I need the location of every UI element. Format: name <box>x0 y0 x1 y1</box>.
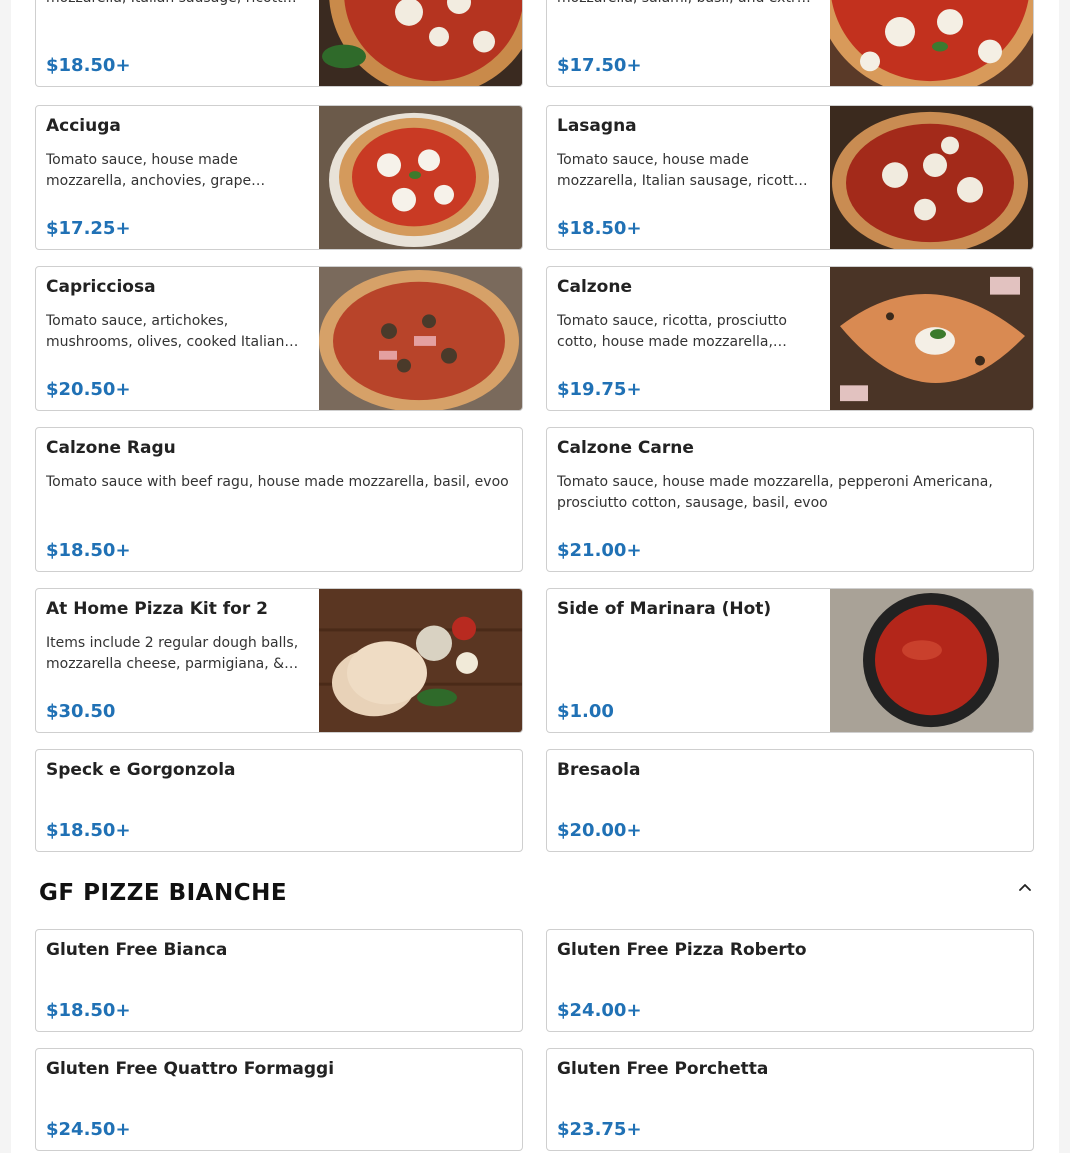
item-name: Acciuga <box>46 116 121 136</box>
item-description: Tomato sauce with beef ragu, house made … <box>46 474 509 490</box>
pizza-kit-photo <box>319 589 522 732</box>
menu-item-card-lasagna[interactable]: Lasagna Tomato sauce, house made mozzare… <box>546 105 1034 250</box>
item-name: Speck e Gorgonzola <box>46 760 236 780</box>
item-price: $17.25+ <box>46 218 131 239</box>
item-name: Side of Marinara (Hot) <box>557 599 772 619</box>
menu-item-card-speck[interactable]: Speck e Gorgonzola $18.50+ <box>35 749 523 852</box>
item-price: $19.75+ <box>557 379 642 400</box>
chevron-up-icon[interactable] <box>1015 878 1035 898</box>
item-description: Tomato sauce, ricotta, prosciutto cotto,… <box>557 313 787 350</box>
menu-item-card[interactable]: Tomato sauce, house made mozzarella, sal… <box>546 0 1034 87</box>
pizza-photo <box>830 0 1033 86</box>
item-description: Tomato sauce, artichokes, mushrooms, oli… <box>46 313 285 350</box>
item-price: $18.50+ <box>46 540 131 561</box>
item-description: Tomato sauce, house made mozzarella, sal… <box>557 0 813 9</box>
item-price: $24.00+ <box>557 1000 642 1021</box>
item-price: $30.50 <box>46 701 116 722</box>
menu-grid-top: Tomato sauce, house made mozzarella, Ita… <box>35 0 1034 87</box>
item-price: $21.00+ <box>557 540 642 561</box>
menu-item-card-pizza-kit[interactable]: At Home Pizza Kit for 2 Items include 2 … <box>35 588 523 733</box>
menu-item-card-gf-porchetta[interactable]: Gluten Free Porchetta $23.75+ <box>546 1048 1034 1151</box>
menu-item-card-calzone-carne[interactable]: Calzone Carne Tomato sauce, house made m… <box>546 427 1034 572</box>
item-name: Gluten Free Pizza Roberto <box>557 940 807 960</box>
item-name: Lasagna <box>557 116 637 136</box>
item-description: Tomato sauce, house made mozzarella, pep… <box>557 474 993 511</box>
item-price: $18.50+ <box>557 218 642 239</box>
menu-item-card[interactable]: Tomato sauce, house made mozzarella, Ita… <box>35 0 523 87</box>
menu-page: Tomato sauce, house made mozzarella, Ita… <box>11 0 1059 1153</box>
menu-item-card-calzone[interactable]: Calzone Tomato sauce, ricotta, prosciutt… <box>546 266 1034 411</box>
item-price: $17.50+ <box>557 55 642 76</box>
item-name: Capricciosa <box>46 277 156 297</box>
item-name: Bresaola <box>557 760 641 780</box>
menu-item-card-bresaola[interactable]: Bresaola $20.00+ <box>546 749 1034 852</box>
item-price: $24.50+ <box>46 1119 131 1140</box>
menu-item-card-gf-bianca[interactable]: Gluten Free Bianca $18.50+ <box>35 929 523 1032</box>
menu-item-card-marinara[interactable]: Side of Marinara (Hot) $1.00 <box>546 588 1034 733</box>
menu-item-card-acciuga[interactable]: Acciuga Tomato sauce, house made mozzare… <box>35 105 523 250</box>
pizza-lasagna-photo <box>830 106 1033 249</box>
item-name: At Home Pizza Kit for 2 <box>46 599 268 619</box>
menu-item-card-calzone-ragu[interactable]: Calzone Ragu Tomato sauce with beef ragu… <box>35 427 523 572</box>
item-price: $20.50+ <box>46 379 131 400</box>
section-title: GF PIZZE BIANCHE <box>39 880 288 906</box>
item-description: Tomato sauce, house made mozzarella, anc… <box>46 152 252 189</box>
item-name: Calzone <box>557 277 632 297</box>
pizza-photo <box>319 0 522 86</box>
pizza-acciuga-photo <box>319 106 522 249</box>
item-description: Tomato sauce, house made mozzarella, Ita… <box>46 0 302 9</box>
item-name: Gluten Free Bianca <box>46 940 228 960</box>
menu-item-card-capricciosa[interactable]: Capricciosa Tomato sauce, artichokes, mu… <box>35 266 523 411</box>
item-price: $23.75+ <box>557 1119 642 1140</box>
item-name: Calzone Carne <box>557 438 694 458</box>
item-description: Tomato sauce, house made mozzarella, Ita… <box>557 152 807 189</box>
menu-grid-gf: Gluten Free Bianca $18.50+ Gluten Free P… <box>35 929 1034 1151</box>
item-name: Gluten Free Quattro Formaggi <box>46 1059 335 1079</box>
item-description: Items include 2 regular dough balls, moz… <box>46 635 299 672</box>
menu-item-card-gf-roberto[interactable]: Gluten Free Pizza Roberto $24.00+ <box>546 929 1034 1032</box>
item-price: $18.50+ <box>46 1000 131 1021</box>
item-name: Gluten Free Porchetta <box>557 1059 769 1079</box>
item-name: Calzone Ragu <box>46 438 176 458</box>
menu-grid-pizze: Acciuga Tomato sauce, house made mozzare… <box>35 105 1034 852</box>
menu-item-card-gf-quattro-formaggi[interactable]: Gluten Free Quattro Formaggi $24.50+ <box>35 1048 523 1151</box>
item-price: $1.00 <box>557 701 614 722</box>
pizza-capricciosa-photo <box>319 267 522 410</box>
marinara-photo <box>830 589 1033 732</box>
calzone-photo <box>830 267 1033 410</box>
item-price: $18.50+ <box>46 55 131 76</box>
item-price: $20.00+ <box>557 820 642 841</box>
item-price: $18.50+ <box>46 820 131 841</box>
